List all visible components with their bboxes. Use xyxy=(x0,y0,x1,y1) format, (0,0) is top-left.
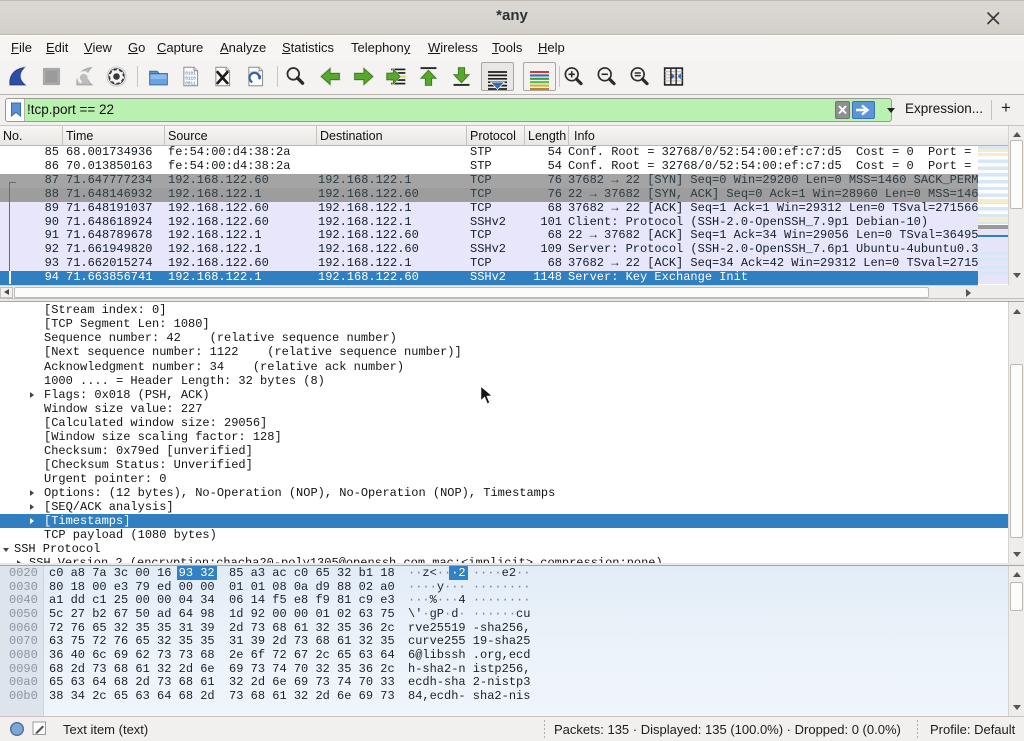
svg-text:0011: 0011 xyxy=(185,80,196,86)
